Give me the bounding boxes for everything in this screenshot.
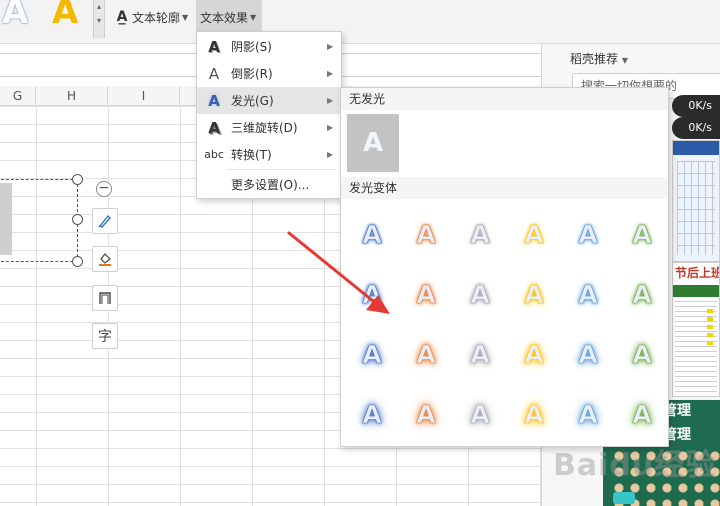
text-outline-button[interactable]: A̲ 文本轮廓 ▼: [110, 0, 192, 34]
template-thumbnail-calendar[interactable]: [672, 140, 720, 262]
shadow-effect-icon: A: [208, 37, 220, 56]
glow-variant-option[interactable]: A: [507, 384, 561, 444]
outline-icon: [99, 292, 111, 304]
template-thumbnail-attendance[interactable]: 节后上班人: [672, 262, 720, 397]
menu-item-label: 三维旋转(D): [231, 121, 298, 135]
text-effect-button[interactable]: 文本效果 ▼: [196, 0, 262, 34]
text-outline-icon: A̲: [116, 9, 128, 25]
menu-item-more-settings[interactable]: 更多设置(O)...: [197, 171, 341, 198]
glow-variant-option[interactable]: A: [345, 264, 399, 324]
shape-selection-frame[interactable]: [0, 179, 78, 262]
glow-variant-option[interactable]: A: [399, 384, 453, 444]
glow-variant-option[interactable]: A: [453, 384, 507, 444]
glow-variant-option[interactable]: A: [345, 384, 399, 444]
reflection-effect-icon: A: [208, 64, 220, 83]
no-glow-header: 无发光: [341, 88, 668, 110]
template-title: 节后上班人: [673, 263, 719, 283]
chevron-right-icon: ▶: [327, 69, 334, 78]
glow-effect-icon: A: [208, 91, 220, 110]
glow-variant-option[interactable]: A: [345, 204, 399, 264]
text-format-icon: 字: [98, 329, 112, 345]
menu-item-label: 倒影(R): [231, 67, 273, 81]
glow-variant-option[interactable]: A: [561, 384, 615, 444]
column-i-header[interactable]: I: [108, 86, 180, 106]
menu-item-label: 阴影(S): [231, 40, 272, 54]
text-effect-label: 文本效果: [200, 10, 249, 25]
pane-title[interactable]: 稻壳推荐 ▼: [570, 50, 628, 67]
menu-item-transform[interactable]: abc 转换(T) ▶: [197, 141, 341, 168]
glow-variant-option[interactable]: A: [507, 204, 561, 264]
glow-variant-option[interactable]: A: [453, 324, 507, 384]
fill-bucket-icon: [99, 253, 111, 266]
menu-divider: [227, 169, 337, 170]
resize-handle-top-right[interactable]: [72, 174, 83, 185]
menu-item-shadow[interactable]: A 阴影(S) ▶: [197, 33, 341, 60]
text-outline-label: 文本轮廓: [132, 10, 181, 25]
menu-item-label: 转换(T): [231, 148, 272, 162]
menu-item-glow[interactable]: A 发光(G) ▶: [197, 87, 341, 114]
transform-abc-icon: abc: [204, 148, 224, 161]
text-effect-menu: A 阴影(S) ▶ A 倒影(R) ▶ A 发光(G) ▶ A 三维旋转(D) …: [196, 31, 342, 199]
chevron-down-icon: ▼: [182, 12, 189, 22]
glow-submenu: 无发光 A 发光变体 AAAAAAAAAAAAAAAAAAAAAAAA: [340, 87, 669, 447]
menu-item-label: 发光(G): [231, 94, 274, 108]
text-format-button[interactable]: 字: [92, 323, 118, 349]
chevron-right-icon: ▶: [327, 42, 334, 51]
glow-variant-option[interactable]: A: [399, 264, 453, 324]
ribbon-toolbar: A A ▴ ▾ A̲ 文本轮廓 ▼ 文本效果 ▼: [0, 0, 720, 44]
menu-item-label: 更多设置(O)...: [231, 178, 310, 192]
glow-variant-option[interactable]: A: [561, 324, 615, 384]
shape-outline-button[interactable]: [92, 285, 118, 311]
brush-icon: [98, 214, 111, 228]
glow-variant-option[interactable]: A: [507, 324, 561, 384]
upload-speed-badge: 0K/s: [672, 95, 720, 117]
glow-variant-option[interactable]: A: [615, 204, 669, 264]
chevron-down-icon: ▼: [621, 56, 628, 65]
art-text-preset-white[interactable]: A: [2, 0, 28, 32]
chevron-down-icon: ▼: [250, 12, 257, 22]
glow-variants-header: 发光变体: [341, 177, 668, 199]
chevron-right-icon: ▶: [327, 150, 334, 159]
glow-variant-option[interactable]: A: [561, 204, 615, 264]
shape-fill-button[interactable]: [92, 246, 118, 272]
glow-variant-option[interactable]: A: [615, 264, 669, 324]
menu-item-reflection[interactable]: A 倒影(R) ▶: [197, 60, 341, 87]
glow-variant-option[interactable]: A: [399, 324, 453, 384]
download-speed-badge: 0K/s: [672, 117, 720, 139]
preset-scroll-button[interactable]: ▴ ▾: [93, 0, 105, 38]
resize-handle-bottom-right[interactable]: [72, 256, 83, 267]
glow-variant-option[interactable]: A: [507, 264, 561, 324]
chevron-right-icon: ▶: [327, 123, 334, 132]
collapse-toolbar-button[interactable]: −: [96, 181, 112, 197]
shape-style-button[interactable]: [92, 208, 118, 234]
chevron-right-icon: ▶: [327, 96, 334, 105]
glow-variant-option[interactable]: A: [453, 204, 507, 264]
glow-variants-grid: AAAAAAAAAAAAAAAAAAAAAAAA: [345, 204, 667, 444]
resize-handle-middle-right[interactable]: [72, 214, 83, 225]
glow-variant-option[interactable]: A: [345, 324, 399, 384]
menu-item-3d-rotation[interactable]: A 三维旋转(D) ▶: [197, 114, 341, 141]
glow-variant-option[interactable]: A: [615, 324, 669, 384]
3d-rotation-icon: A: [208, 118, 220, 137]
column-h-header[interactable]: H: [36, 86, 108, 106]
no-glow-option[interactable]: A: [347, 114, 399, 172]
glow-variant-option[interactable]: A: [561, 264, 615, 324]
column-g-header[interactable]: G: [0, 86, 36, 106]
glow-variant-option[interactable]: A: [453, 264, 507, 324]
art-text-preset-gold[interactable]: A: [52, 0, 78, 32]
glow-variant-option[interactable]: A: [615, 384, 669, 444]
glow-variant-option[interactable]: A: [399, 204, 453, 264]
